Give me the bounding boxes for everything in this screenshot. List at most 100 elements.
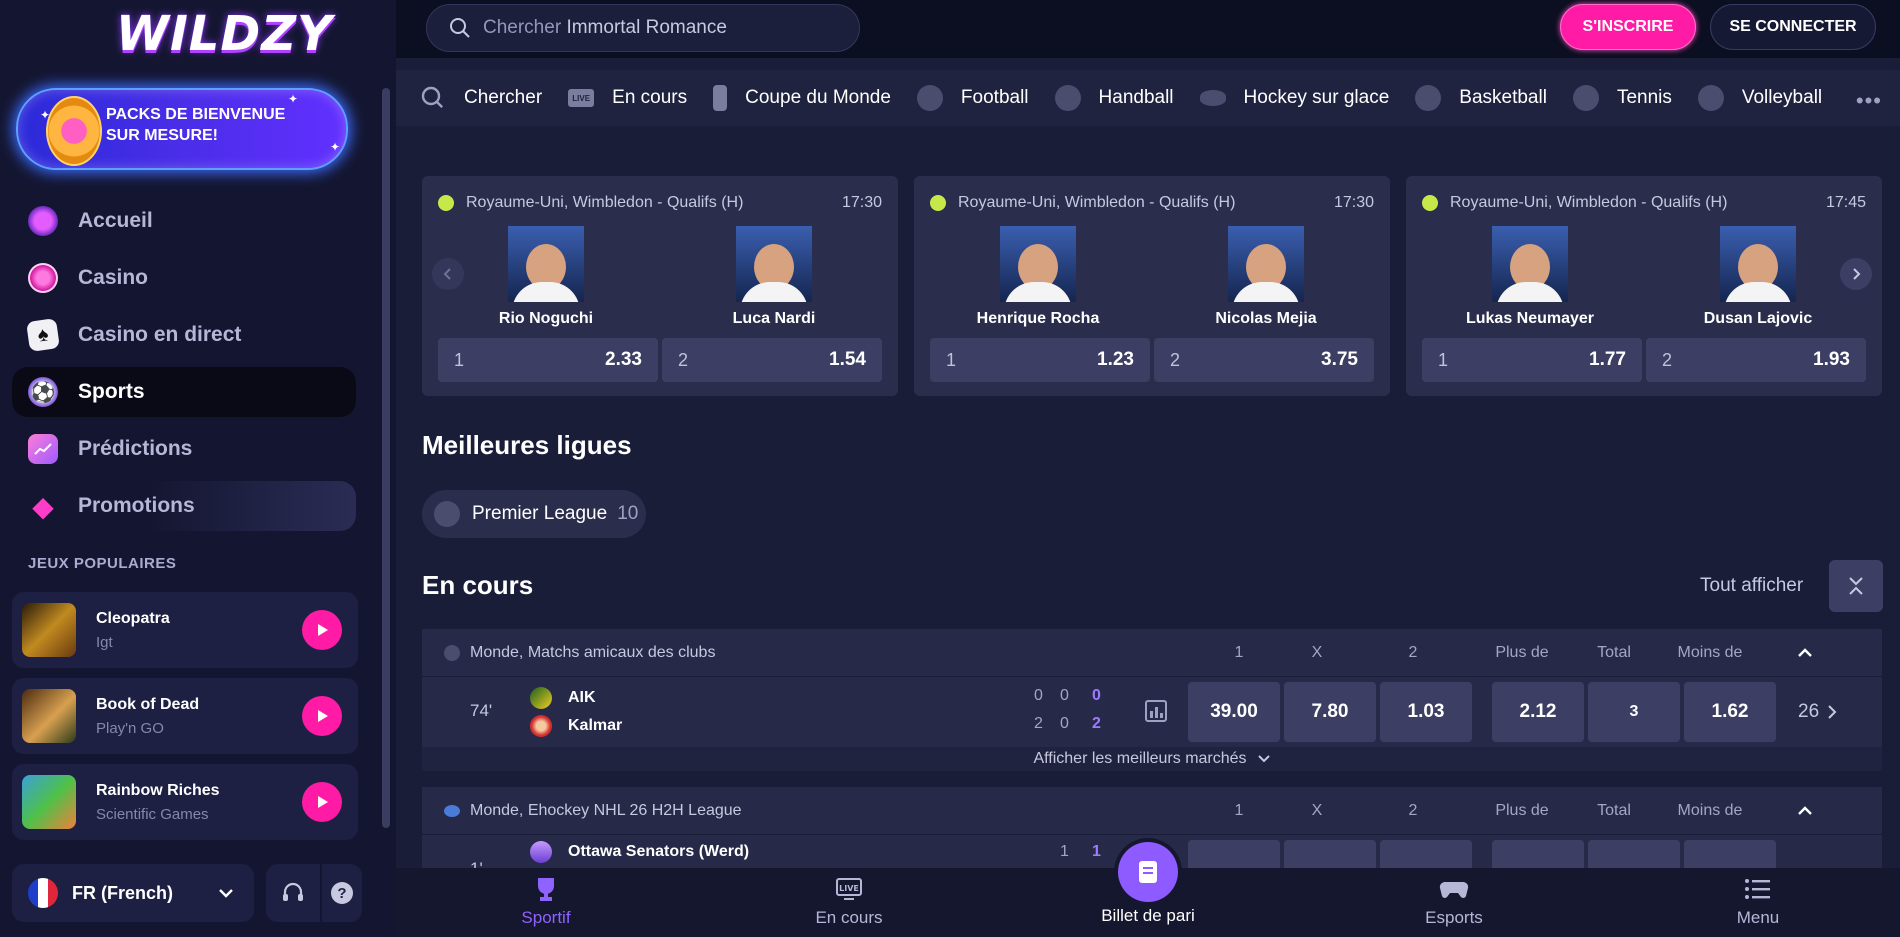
play-icon <box>318 624 328 636</box>
odd-over[interactable] <box>1492 840 1584 868</box>
column-header-over: Plus de <box>1495 644 1549 661</box>
odd-2[interactable] <box>1380 840 1472 868</box>
league-chip-premier-league[interactable]: Premier League 10 <box>422 490 646 538</box>
play-button[interactable] <box>302 696 342 736</box>
sport-tab-volleyball[interactable]: Volleyball <box>1697 85 1822 111</box>
game-card-cleopatra[interactable]: Cleopatra Igt <box>12 592 358 668</box>
odd-button-2[interactable]: 2 1.54 <box>662 338 882 382</box>
score-total: 1 <box>1092 843 1101 860</box>
bottom-tab-betslip[interactable]: Billet de pari <box>1068 906 1228 926</box>
search-input[interactable]: Chercher Immortal Romance <box>426 4 860 52</box>
score-total: 2 <box>1092 715 1101 732</box>
chip-icon <box>28 263 58 293</box>
odd-1[interactable]: 39.00 <box>1188 682 1280 742</box>
player-name: Lukas Neumayer <box>1465 310 1595 327</box>
betslip-button[interactable] <box>1118 842 1178 902</box>
sport-tab-basketball[interactable]: Basketball <box>1415 85 1547 111</box>
play-icon <box>318 710 328 722</box>
chevron-up-icon[interactable] <box>1796 645 1814 659</box>
soccer-ball-icon <box>916 85 943 111</box>
game-card-rainbow-riches[interactable]: Rainbow Riches Scientific Games <box>12 764 358 840</box>
odd-label: 1 <box>454 349 465 370</box>
game-provider: Igt <box>96 633 113 651</box>
bottom-tab-live[interactable]: LIVE En cours <box>769 876 929 928</box>
sidebar-scrollbar[interactable] <box>382 88 390 828</box>
chevron-up-icon[interactable] <box>1796 803 1814 817</box>
logo-text: WILDZY <box>116 6 333 62</box>
match-row[interactable]: 74' AIK Kalmar 0 0 0 2 0 2 39.00 7.80 1.… <box>422 677 1882 747</box>
bottom-tab-esports[interactable]: Esports <box>1374 876 1534 928</box>
sport-tab-football[interactable]: Football <box>916 85 1029 111</box>
support-button[interactable] <box>266 864 320 922</box>
bottom-tab-sportif[interactable]: Sportif <box>466 876 626 928</box>
odd-x[interactable]: 7.80 <box>1284 682 1376 742</box>
match-time: 17:45 <box>1825 194 1866 211</box>
odd-value: 2.33 <box>605 349 642 370</box>
wildzy-logo[interactable]: WILDZY <box>116 6 332 62</box>
game-provider: Scientific Games <box>96 805 209 823</box>
odd-button-2[interactable]: 2 3.75 <box>1154 338 1374 382</box>
match-league: Royaume-Uni, Wimbledon - Qualifs (H) <box>1450 194 1728 211</box>
odd-under[interactable]: 1.62 <box>1684 682 1776 742</box>
sport-tab-label: Basketball <box>1459 87 1547 108</box>
show-all-link[interactable]: Tout afficher <box>1700 575 1803 597</box>
odd-button-1[interactable]: 1 1.23 <box>930 338 1150 382</box>
sport-tab-handball[interactable]: Handball <box>1054 85 1174 111</box>
sport-tab-ice-hockey[interactable]: Hockey sur glace <box>1199 87 1389 109</box>
nav-label: Accueil <box>78 209 153 232</box>
menu-icon <box>1743 876 1773 902</box>
bottom-tab-menu[interactable]: Menu <box>1678 876 1838 928</box>
sport-tab-search[interactable]: Chercher <box>420 85 542 111</box>
odd-under[interactable] <box>1684 840 1776 868</box>
stats-icon[interactable] <box>1144 699 1168 723</box>
odd-button-1[interactable]: 1 1.77 <box>1422 338 1642 382</box>
match-league: Royaume-Uni, Wimbledon - Qualifs (H) <box>466 194 744 211</box>
best-markets-toggle[interactable]: Afficher les meilleurs marchés <box>422 747 1882 771</box>
nav-predictions[interactable]: Prédictions <box>12 424 356 474</box>
more-sports-icon[interactable]: ••• <box>1856 88 1882 114</box>
orb-icon <box>28 206 58 236</box>
login-button[interactable]: SE CONNECTER <box>1710 4 1876 50</box>
live-tv-icon: LIVE <box>834 876 864 902</box>
carousel-prev-button[interactable] <box>432 258 464 290</box>
sport-tab-world-cup[interactable]: Coupe du Monde <box>713 85 891 111</box>
language-select[interactable]: FR (French) <box>12 864 254 922</box>
live-section-title: En cours <box>422 570 534 600</box>
nav-promotions[interactable]: ◆ Promotions <box>12 481 356 531</box>
sport-tab-tennis[interactable]: Tennis <box>1572 85 1672 111</box>
play-button[interactable] <box>302 610 342 650</box>
more-markets-link[interactable]: 26 <box>1798 701 1839 723</box>
register-button[interactable]: S'INSCRIRE <box>1560 4 1696 50</box>
odd-over[interactable]: 2.12 <box>1492 682 1584 742</box>
nav-casino-direct[interactable]: ♠ Casino en direct <box>12 310 356 360</box>
carousel-next-button[interactable] <box>1840 258 1872 290</box>
sparkle-icon: ✦ <box>288 92 299 106</box>
odd-1[interactable] <box>1188 840 1280 868</box>
nav-label: Casino en direct <box>78 323 242 346</box>
chevron-down-icon <box>219 889 233 898</box>
collapse-all-button[interactable] <box>1829 560 1883 612</box>
tennis-ball-icon <box>1422 195 1438 211</box>
nav-sports[interactable]: ⚽ Sports <box>12 367 356 417</box>
league-header[interactable]: Monde, Ehockey NHL 26 H2H League 1 X 2 P… <box>422 787 1882 835</box>
odd-x[interactable] <box>1284 840 1376 868</box>
top-leagues-title: Meilleures ligues <box>422 430 632 460</box>
best-markets-label: Afficher les meilleurs marchés <box>1033 750 1247 767</box>
odd-2[interactable]: 1.03 <box>1380 682 1472 742</box>
sparkle-icon: ✦ <box>330 140 341 154</box>
help-button[interactable]: ? <box>322 864 362 922</box>
odd-label: 2 <box>1662 349 1673 370</box>
league-header[interactable]: Monde, Matchs amicaux des clubs 1 X 2 Pl… <box>422 629 1882 677</box>
play-button[interactable] <box>302 782 342 822</box>
team-home: Ottawa Senators (Werd) <box>530 841 749 863</box>
odd-label: 1 <box>946 349 957 370</box>
match-league: Royaume-Uni, Wimbledon - Qualifs (H) <box>958 194 1236 211</box>
sport-tab-live[interactable]: LIVE En cours <box>568 87 687 109</box>
odd-button-1[interactable]: 1 2.33 <box>438 338 658 382</box>
nav-casino[interactable]: Casino <box>12 253 356 303</box>
welcome-promo-banner[interactable]: PACKS DE BIENVENUE SUR MESURE! ✦ ✦ ✦ <box>16 88 348 170</box>
odd-button-2[interactable]: 2 1.93 <box>1646 338 1866 382</box>
nav-accueil[interactable]: Accueil <box>12 196 356 246</box>
game-card-book-of-dead[interactable]: Book of Dead Play'n GO <box>12 678 358 754</box>
player-photo <box>1000 226 1076 302</box>
